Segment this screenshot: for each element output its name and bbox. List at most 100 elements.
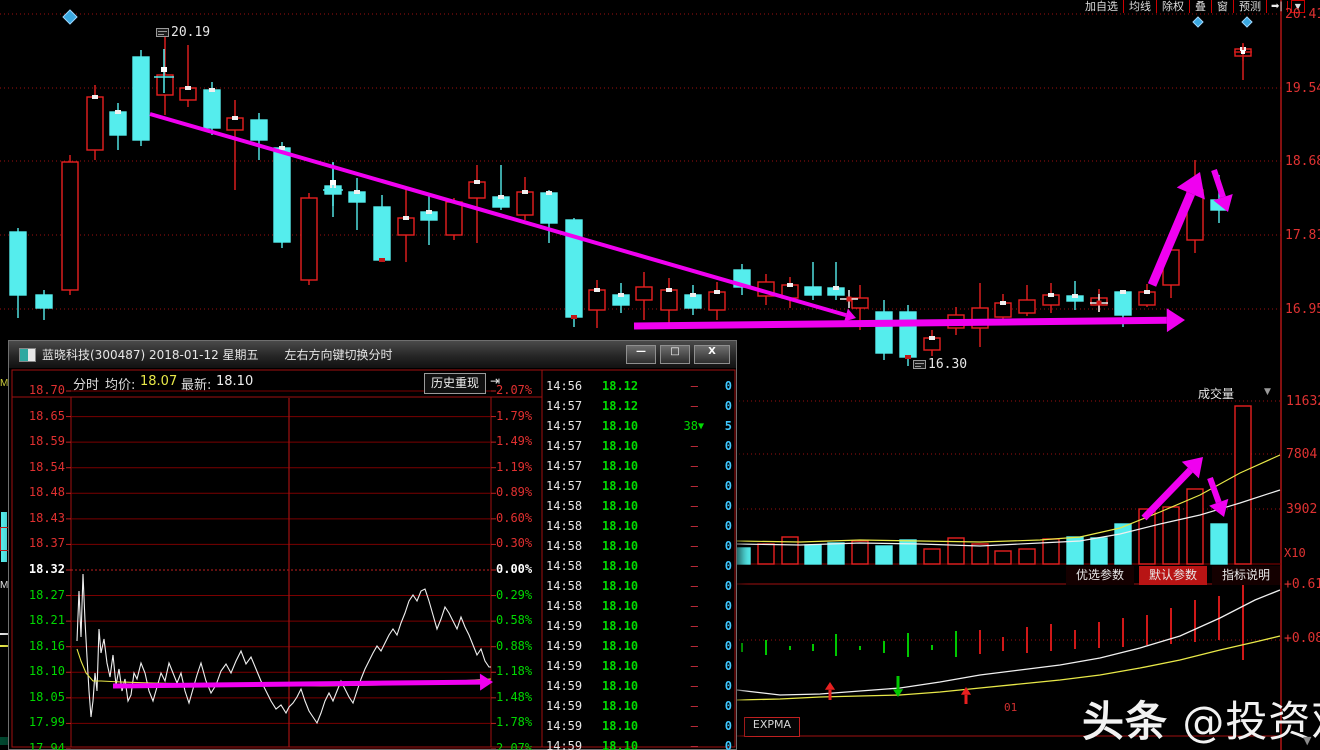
tick-change: 38 ▼	[636, 419, 698, 433]
menu-item[interactable]: 除权	[1157, 0, 1190, 13]
candlestick	[87, 97, 103, 150]
price-axis-label: 16.95	[1285, 302, 1320, 317]
menu-item[interactable]: 预测	[1234, 0, 1267, 13]
tick-row: 14:5918.10—0	[536, 697, 736, 717]
tick-volume: 0	[700, 599, 732, 613]
tick-time: 14:57	[546, 439, 582, 453]
param-button-active[interactable]: 默认参数	[1139, 566, 1207, 585]
volume-pane-title[interactable]: 成交量	[1198, 385, 1234, 402]
window-controls: — □ X	[626, 345, 730, 364]
scroll-down-icon[interactable]: ▼	[1303, 734, 1311, 747]
tick-change: —	[636, 539, 698, 553]
popup-title-bar[interactable]: 蓝晓科技(300487) 2018-01-12 星期五 左右方向键切换分时 — …	[9, 341, 736, 368]
tick-row: 14:5918.10—0	[536, 677, 736, 697]
tick-row: 14:5918.10—0	[536, 637, 736, 657]
tick-row: 14:5718.10—0	[536, 437, 736, 457]
tick-change: —	[636, 679, 698, 693]
popup-price-label: 18.70	[15, 383, 65, 397]
volume-bar	[876, 546, 892, 564]
candle-flag-dot	[571, 315, 577, 319]
left-edge-fragment	[0, 645, 8, 647]
tick-volume: 0	[700, 659, 732, 673]
candle-flag-dot	[354, 190, 360, 194]
candlestick	[1115, 292, 1131, 315]
annotation-arrow	[150, 114, 846, 315]
candle-flag-dot	[833, 286, 839, 290]
candlestick	[900, 312, 916, 357]
param-button-normal[interactable]: 指标说明	[1212, 566, 1280, 585]
tick-volume: 0	[700, 699, 732, 713]
tick-price: 18.10	[602, 499, 638, 513]
tick-price: 18.10	[602, 419, 638, 433]
tick-time: 14:57	[546, 459, 582, 473]
tick-row: 14:5718.10—0	[536, 457, 736, 477]
tick-row: 14:5718.12—0	[536, 397, 736, 417]
tick-price: 18.10	[602, 519, 638, 533]
tick-price: 18.10	[602, 699, 638, 713]
tick-price: 18.12	[602, 399, 638, 413]
volume-unit-label: X10	[1284, 546, 1306, 560]
tick-time: 14:58	[546, 599, 582, 613]
candle-flag-dot	[1120, 290, 1126, 294]
chart-mode-label[interactable]: 分时	[73, 374, 99, 393]
indicator-curve-white	[737, 590, 1280, 695]
popup-price-label: 18.21	[15, 613, 65, 627]
chevron-down-icon[interactable]: ▼	[1264, 387, 1271, 397]
volume-axis-label: 3902	[1286, 502, 1317, 517]
price-axis-label: 17.81	[1285, 228, 1320, 243]
candle-flag-dot	[279, 146, 285, 150]
tick-time: 14:57	[546, 479, 582, 493]
tick-row: 14:5818.10—0	[536, 517, 736, 537]
last-price-label: 最新:	[181, 374, 211, 393]
param-button-row: 优选参数默认参数指标说明	[1066, 566, 1280, 585]
tick-time: 14:59	[546, 679, 582, 693]
volume-bar	[1091, 538, 1107, 564]
tick-price: 18.10	[602, 739, 638, 750]
intraday-popup-window[interactable]: 蓝晓科技(300487) 2018-01-12 星期五 左右方向键切换分时 — …	[8, 340, 737, 750]
minimize-button[interactable]: —	[626, 345, 656, 364]
candlestick	[62, 162, 78, 290]
history-replay-button[interactable]: 历史重现	[424, 373, 486, 394]
menu-item[interactable]: 加自选	[1080, 0, 1124, 13]
tick-volume: 0	[700, 719, 732, 733]
volume-bar	[1019, 549, 1035, 564]
menu-item[interactable]: 叠	[1190, 0, 1212, 13]
tab-expma[interactable]: EXPMA	[744, 717, 800, 737]
tick-change: —	[636, 639, 698, 653]
tick-price: 18.12	[602, 379, 638, 393]
peak-price-label: 20.19	[171, 25, 210, 40]
tick-change: —	[636, 659, 698, 673]
tick-volume: 0	[700, 539, 732, 553]
candlestick	[1019, 300, 1035, 313]
menu-item[interactable]: 窗	[1212, 0, 1234, 13]
volume-bar	[805, 545, 821, 564]
candle-flag-dot	[929, 336, 935, 340]
candle-flag-dot	[594, 288, 600, 292]
cross-marker	[1241, 50, 1245, 54]
cross-marker	[1097, 301, 1102, 306]
candle-flag-dot	[787, 283, 793, 287]
menu-item[interactable]: 均线	[1124, 0, 1157, 13]
close-button[interactable]: X	[694, 345, 730, 364]
tick-row: 14:5718.1038 ▼5	[536, 417, 736, 437]
volume-axis-label: 7804	[1286, 447, 1317, 462]
tick-price: 18.10	[602, 639, 638, 653]
diamond-marker	[1242, 17, 1252, 27]
intraday-price-line	[77, 574, 491, 723]
tick-change: —	[636, 559, 698, 573]
tick-change: —	[636, 739, 698, 750]
candle-flag-dot	[379, 258, 385, 262]
maximize-button[interactable]: □	[660, 345, 690, 364]
tick-change: —	[636, 619, 698, 633]
param-button-normal[interactable]: 优选参数	[1066, 566, 1134, 585]
tick-change: —	[636, 439, 698, 453]
volume-bar	[924, 549, 940, 564]
candle-flag-dot	[403, 216, 409, 220]
volume-bar	[1187, 489, 1203, 564]
diamond-marker	[1193, 17, 1203, 27]
low-price-tag: 16.30	[913, 357, 967, 372]
top-menu-bar: 加自选均线除权叠窗预测➡|▼	[1080, 0, 1305, 13]
candle-flag-dot	[185, 86, 191, 90]
candlestick	[301, 198, 317, 280]
popup-price-label: 18.05	[15, 690, 65, 704]
